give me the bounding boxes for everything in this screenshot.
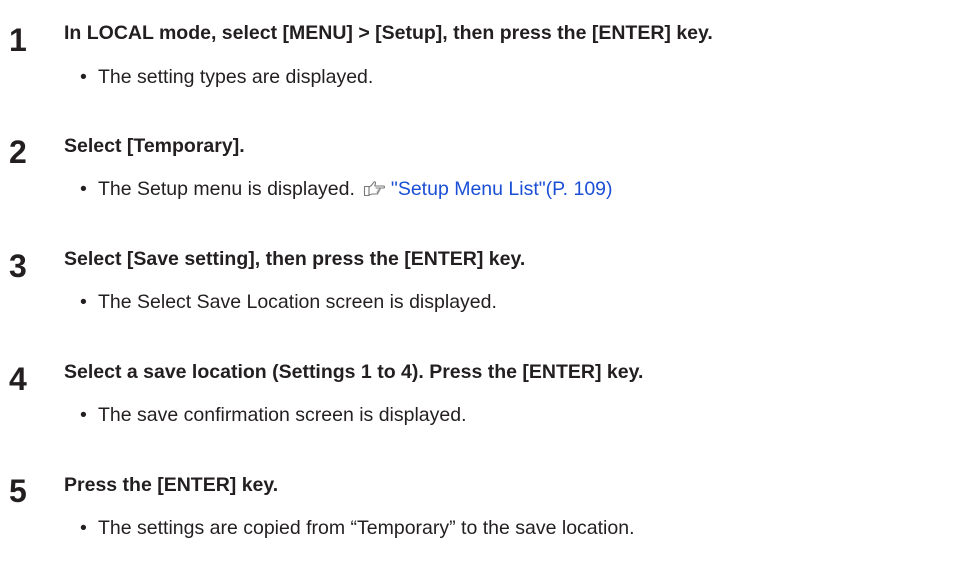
step-note: • The save confirmation screen is display… xyxy=(80,403,467,427)
step-note-text: The settings are copied from “Temporary”… xyxy=(98,517,635,539)
bullet: • xyxy=(80,178,87,200)
bullet: • xyxy=(80,291,87,313)
step-number: 5 xyxy=(9,473,27,509)
step-heading: Select [Save setting], then press the [E… xyxy=(64,248,526,270)
step-number: 4 xyxy=(9,361,27,397)
bullet: • xyxy=(80,404,87,426)
step-note-text: The setting types are displayed. xyxy=(98,66,374,88)
step-heading: Select [Temporary]. xyxy=(64,135,245,157)
step-note-text: The save confirmation screen is displaye… xyxy=(98,404,467,426)
bullet: • xyxy=(80,517,87,539)
step-heading: Press the [ENTER] key. xyxy=(64,474,279,496)
step-note: • The Setup menu is displayed. "Setup Menu… xyxy=(80,177,613,204)
step-note-text: The Setup menu is displayed. xyxy=(98,178,355,200)
setup-menu-list-link[interactable]: "Setup Menu List"(P. 109) xyxy=(391,178,613,200)
step-note-text: The Select Save Location screen is displ… xyxy=(98,291,497,313)
step-heading: In LOCAL mode, select [MENU] > [Setup], … xyxy=(64,22,713,44)
pointing-hand-icon xyxy=(363,180,387,204)
step-note: • The setting types are displayed. xyxy=(80,65,373,89)
step-number: 2 xyxy=(9,134,27,170)
bullet: • xyxy=(80,66,87,88)
step-heading: Select a save location (Settings 1 to 4)… xyxy=(64,361,644,383)
step-number: 3 xyxy=(9,248,27,284)
step-note: • The Select Save Location screen is disp… xyxy=(80,290,497,314)
step-note: • The settings are copied from “Temporary… xyxy=(80,516,635,540)
step-number: 1 xyxy=(9,22,27,58)
